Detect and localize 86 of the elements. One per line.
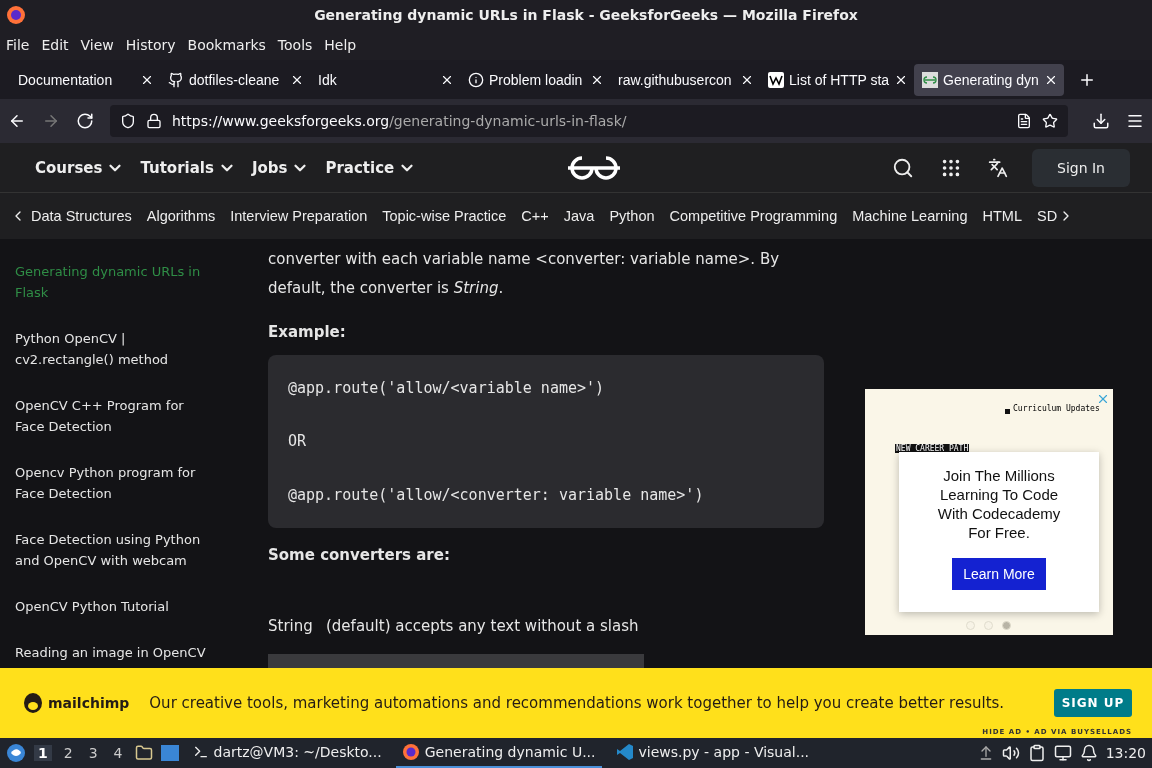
site-nav-link[interactable]: Jobs: [251, 158, 310, 177]
category-link[interactable]: Interview Preparation: [230, 207, 368, 224]
reload-icon[interactable]: [76, 112, 94, 131]
url-text: https://www.geeksforgeeks.org/generating-dynamic-urls-in-flask/: [172, 113, 627, 130]
taskbar-item[interactable]: Generating dynamic U...: [395, 738, 602, 768]
menu-item[interactable]: File: [6, 36, 30, 53]
heading: Example:: [268, 322, 347, 341]
sidebar-link[interactable]: Python OpenCV | cv2.rectangle() method: [15, 327, 215, 370]
ad-text: Our creative tools, marketing automations and recommendations work together to help you create better results.: [149, 694, 1006, 713]
sidebar-link[interactable]: Opencv Python program for Face Detection: [15, 461, 215, 504]
site-nav-link[interactable]: Practice: [325, 158, 417, 177]
site-nav-link[interactable]: Tutorials: [140, 158, 236, 177]
menu-item[interactable]: Edit: [41, 36, 69, 53]
notification-icon[interactable]: [1079, 744, 1098, 762]
menu-item[interactable]: Bookmarks: [187, 36, 266, 53]
workspace-button[interactable]: 2: [59, 745, 77, 761]
category-link[interactable]: Topic-wise Practice: [382, 207, 507, 224]
workspace-button[interactable]: 1: [34, 745, 52, 761]
taskbar-item[interactable]: dartz@VM3: ~/Deskto...: [186, 738, 388, 768]
menu-item[interactable]: History: [125, 36, 176, 53]
sidebar-link[interactable]: Generating dynamic URLs in Flask: [15, 260, 215, 303]
volume-icon[interactable]: [1001, 744, 1020, 762]
sign-in-button[interactable]: Sign In: [1032, 148, 1130, 187]
brand-name: mailchimp: [48, 695, 130, 712]
network-icon[interactable]: [1053, 744, 1072, 762]
shield-icon[interactable]: [120, 113, 136, 130]
ad-headline: Join The Millions Learning To Code With Codecademy For Free.: [936, 465, 1062, 542]
desktop-icon[interactable]: [160, 745, 179, 761]
menu-item[interactable]: Help: [324, 36, 357, 53]
window-title: Generating dynamic URLs in Flask - GeeksforGeeks — Mozilla Firefox: [313, 6, 859, 23]
browser-tab[interactable]: Generating dyn: [914, 63, 1065, 96]
category-link[interactable]: Competitive Programming: [669, 207, 838, 224]
site-icon: [922, 71, 939, 88]
category-link[interactable]: Machine Learning: [852, 207, 968, 224]
category-link[interactable]: SD: [1036, 207, 1058, 224]
ad-tag: Curriculum Updates: [1013, 403, 1100, 413]
clipboard-icon[interactable]: [1027, 744, 1046, 762]
menu-item[interactable]: Tools: [277, 36, 313, 53]
sidebar-link[interactable]: Face Detection using Python and OpenCV with webcam: [15, 528, 215, 571]
terminal-icon: [192, 744, 209, 760]
browser-tab[interactable]: Idk: [310, 63, 460, 96]
workspace-button[interactable]: 3: [84, 745, 102, 761]
category-link[interactable]: Java: [563, 207, 595, 224]
browser-tab[interactable]: Problem loadin: [460, 63, 610, 96]
category-link[interactable]: C++: [521, 207, 549, 224]
browser-tab[interactable]: raw.githubusercon: [610, 63, 760, 96]
search-icon[interactable]: [892, 156, 914, 179]
download-icon[interactable]: [1092, 112, 1110, 131]
translate-icon[interactable]: [988, 157, 1008, 178]
lock-icon: [146, 113, 162, 130]
category-link[interactable]: Python: [609, 207, 655, 224]
browser-tab[interactable]: List of HTTP sta: [760, 63, 915, 96]
browser-tab[interactable]: dotfiles-cleane: [160, 63, 310, 96]
category-link[interactable]: HTML: [982, 207, 1022, 224]
editor-icon: [615, 743, 634, 761]
browser-icon: [401, 743, 420, 761]
address-field[interactable]: https://www.geeksforgeeks.org/generating-dynamic-urls-in-flask/: [110, 105, 1068, 138]
clock: 13:20: [1105, 745, 1146, 761]
ad-panel[interactable]: Curriculum Updates NEW CAREER PATH Join The Millions Learning To Code With Codecademy For Free. Learn More: [865, 388, 1113, 635]
info-icon: [468, 71, 484, 88]
paragraph: converter with each variable name <converter: variable name>. By default, the converter is String.: [268, 248, 781, 299]
sign-up-button[interactable]: SIGN UP: [1054, 689, 1132, 718]
github-icon: [168, 71, 184, 88]
learn-more-button[interactable]: Learn More: [952, 557, 1046, 590]
sidebar-link[interactable]: OpenCV C++ Program for Face Detection: [15, 394, 215, 437]
code-block: @app.route('allow/<variable name>') OR @app.route('allow/<converter: variable name>'): [268, 354, 824, 529]
reader-icon[interactable]: [1016, 113, 1032, 130]
ad-label: NEW CAREER PATH: [895, 443, 970, 453]
bookmark-icon[interactable]: [1042, 113, 1058, 130]
category-link[interactable]: Algorithms: [146, 207, 216, 224]
converter-description: (default) accepts any text without a slash: [326, 617, 639, 636]
heading: Some converters are:: [268, 546, 451, 565]
carousel-dot[interactable]: [1002, 620, 1011, 630]
sidebar-link[interactable]: OpenCV Python Tutorial: [15, 595, 215, 617]
folder-icon[interactable]: [134, 744, 153, 762]
workspace-button[interactable]: 4: [109, 745, 127, 761]
category-link[interactable]: Data Structures: [31, 207, 132, 224]
taskbar-item[interactable]: views.py - app - Visual...: [609, 738, 816, 768]
sidebar-link[interactable]: Reading an image in OpenCV: [15, 641, 215, 663]
start-icon[interactable]: [6, 743, 26, 763]
menu-item[interactable]: View: [80, 36, 114, 53]
site-logo: [566, 153, 622, 182]
browser-tab[interactable]: Documentation: [10, 63, 160, 96]
w-icon: [768, 71, 784, 88]
site-nav-link[interactable]: Courses: [35, 158, 125, 177]
browser-icon: [6, 4, 26, 25]
